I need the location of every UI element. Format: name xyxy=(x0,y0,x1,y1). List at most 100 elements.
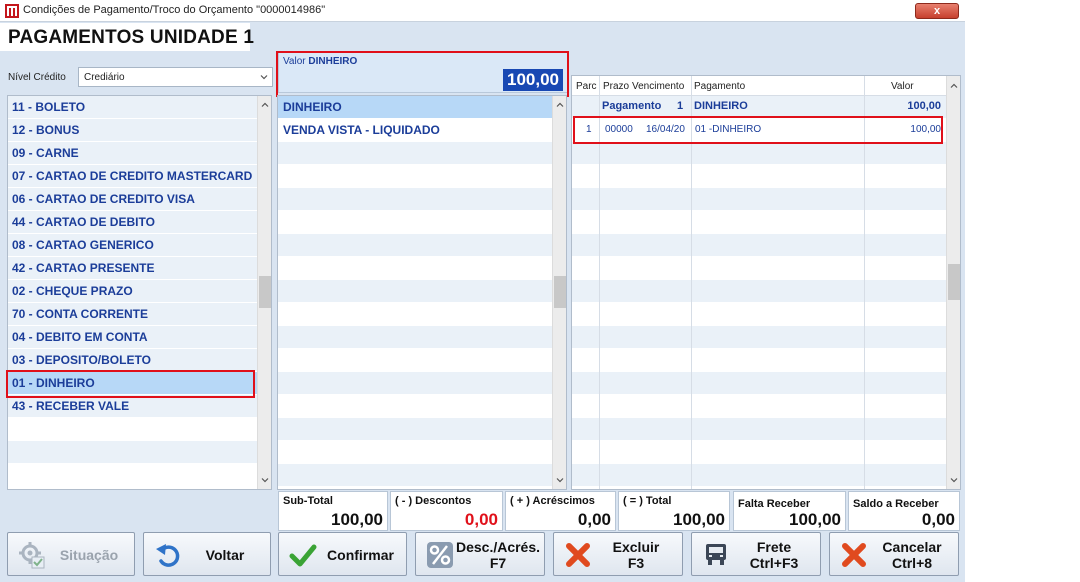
list-item-label: 70 - CONTA CORRENTE xyxy=(12,307,149,321)
list-item[interactable]: 42 - CARTAO PRESENTE xyxy=(8,257,257,280)
frete-label-line1: Frete xyxy=(756,539,792,555)
confirmar-button[interactable]: Confirmar xyxy=(278,532,407,576)
payment-method-scrollbar[interactable] xyxy=(257,96,271,489)
frete-shortcut: Ctrl+F3 xyxy=(749,555,799,571)
cancelar-shortcut: Ctrl+8 xyxy=(891,555,933,571)
empty-row xyxy=(278,441,552,464)
frete-label: Frete Ctrl+F3 xyxy=(732,533,816,577)
grid-header: Parc Prazo Vencimento Pagamento Valor xyxy=(572,76,946,96)
list-item[interactable]: 02 - CHEQUE PRAZO xyxy=(8,280,257,303)
frete-button[interactable]: Frete Ctrl+F3 xyxy=(691,532,821,576)
desc-acres-label-line1: Desc./Acrés. xyxy=(455,539,541,555)
list-item-selected[interactable]: 01 - DINHEIRO xyxy=(8,372,257,395)
list-item[interactable]: 03 - DEPOSITO/BOLETO xyxy=(8,349,257,372)
excluir-label-line1: Excluir xyxy=(612,539,660,555)
header-pagamento: Pagamento xyxy=(694,81,746,92)
group-valor: 100,00 xyxy=(907,100,941,112)
total-box: ( = ) Total 100,00 xyxy=(618,491,730,531)
list-item-label: DINHEIRO xyxy=(283,100,342,114)
scroll-thumb[interactable] xyxy=(554,276,566,308)
list-item-selected[interactable]: DINHEIRO xyxy=(278,96,552,119)
empty-row xyxy=(572,211,946,234)
balance-value: 0,00 xyxy=(921,510,955,529)
additions-box: ( + ) Acréscimos 0,00 xyxy=(505,491,616,531)
list-item[interactable]: 12 - BONUS xyxy=(8,119,257,142)
empty-row xyxy=(572,165,946,188)
app-logo-icon xyxy=(5,4,19,18)
additions-label: ( + ) Acréscimos xyxy=(510,495,595,507)
chevron-down-icon[interactable] xyxy=(259,474,271,486)
credit-level-select[interactable]: Crediário xyxy=(78,67,273,87)
list-item[interactable]: 44 - CARTAO DE DEBITO xyxy=(8,211,257,234)
header-valor: Valor xyxy=(891,81,914,92)
empty-row xyxy=(572,326,946,349)
list-item[interactable]: 11 - BOLETO xyxy=(8,96,257,119)
list-item-label: 09 - CARNE xyxy=(12,146,79,160)
balance-label: Saldo a Receber xyxy=(853,498,939,510)
empty-row xyxy=(572,303,946,326)
empty-row xyxy=(278,165,552,188)
list-item[interactable]: 07 - CARTAO DE CREDITO MASTERCARD xyxy=(8,165,257,188)
header-parc: Parc xyxy=(576,81,597,92)
scroll-thumb[interactable] xyxy=(948,264,960,300)
empty-row xyxy=(572,464,946,487)
situacao-button[interactable]: Situação xyxy=(7,532,135,576)
chevron-up-icon[interactable] xyxy=(554,99,566,111)
list-item[interactable]: VENDA VISTA - LIQUIDADO xyxy=(278,119,552,142)
condition-scrollbar[interactable] xyxy=(552,96,566,489)
scroll-thumb[interactable] xyxy=(259,276,271,308)
payment-window: Condições de Pagamento/Troco do Orçament… xyxy=(0,0,965,582)
empty-row xyxy=(572,188,946,211)
empty-row xyxy=(278,464,552,487)
excluir-shortcut: F3 xyxy=(627,555,645,571)
chevron-down-icon[interactable] xyxy=(258,71,270,83)
chevron-down-icon[interactable] xyxy=(554,474,566,486)
confirmar-label: Confirmar xyxy=(327,547,394,563)
value-box: Valor DINHEIRO 100,00 xyxy=(278,51,568,93)
list-item[interactable]: 43 - RECEBER VALE xyxy=(8,395,257,418)
table-row-group[interactable]: Pagamento 1 DINHEIRO 100,00 xyxy=(572,96,946,119)
empty-row xyxy=(278,349,552,372)
additions-value: 0,00 xyxy=(577,510,611,529)
list-item[interactable]: 06 - CARTAO DE CREDITO VISA xyxy=(8,188,257,211)
empty-row xyxy=(8,441,257,464)
chevron-up-icon[interactable] xyxy=(259,99,271,111)
title-bar: Condições de Pagamento/Troco do Orçament… xyxy=(0,0,965,22)
empty-row xyxy=(572,441,946,464)
gear-check-icon xyxy=(19,542,45,569)
remaining-value: 100,00 xyxy=(789,510,841,529)
group-label: Pagamento xyxy=(602,100,662,112)
table-row[interactable]: 1 00000 16/04/20 01 -DINHEIRO 100,00 xyxy=(572,119,946,142)
truck-icon xyxy=(706,544,726,565)
desc-acres-button[interactable]: Desc./Acrés. F7 xyxy=(415,532,545,576)
cell-parc: 1 xyxy=(586,124,592,135)
value-amount-input[interactable]: 100,00 xyxy=(503,69,563,91)
group-number: 1 xyxy=(677,100,684,112)
list-item-label: 42 - CARTAO PRESENTE xyxy=(12,261,155,275)
cancelar-button[interactable]: Cancelar Ctrl+8 xyxy=(829,532,959,576)
total-label: ( = ) Total xyxy=(623,495,672,507)
empty-row xyxy=(278,418,552,441)
list-item-label: 04 - DEBITO EM CONTA xyxy=(12,330,148,344)
discounts-label: ( - ) Descontos xyxy=(395,495,472,507)
list-item[interactable]: 04 - DEBITO EM CONTA xyxy=(8,326,257,349)
empty-row xyxy=(278,257,552,280)
list-item[interactable]: 08 - CARTAO GENERICO xyxy=(8,234,257,257)
window-title: Condições de Pagamento/Troco do Orçament… xyxy=(23,4,326,16)
voltar-button[interactable]: Voltar xyxy=(143,532,271,576)
close-button[interactable]: x xyxy=(915,3,959,19)
subtotal-box: Sub-Total 100,00 xyxy=(278,491,388,531)
subtotal-value: 100,00 xyxy=(331,510,383,529)
value-label: Valor DINHEIRO xyxy=(283,56,357,67)
empty-row xyxy=(278,280,552,303)
list-item[interactable]: 70 - CONTA CORRENTE xyxy=(8,303,257,326)
payment-method-list: 11 - BOLETO 12 - BONUS 09 - CARNE 07 - C… xyxy=(7,95,272,490)
excluir-button[interactable]: Excluir F3 xyxy=(553,532,683,576)
empty-row xyxy=(278,395,552,418)
empty-row xyxy=(278,188,552,211)
grid-scrollbar[interactable] xyxy=(946,76,960,489)
header-vencimento: Vencimento xyxy=(632,81,685,92)
chevron-up-icon[interactable] xyxy=(948,80,960,92)
list-item[interactable]: 09 - CARNE xyxy=(8,142,257,165)
chevron-down-icon[interactable] xyxy=(948,474,960,486)
